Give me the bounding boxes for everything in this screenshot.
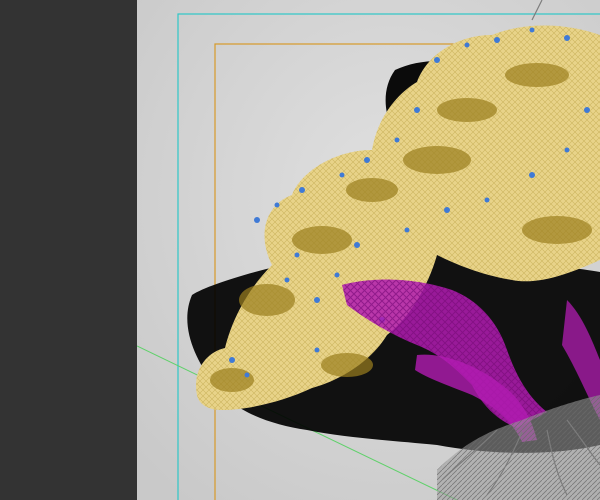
3d-editor-window (0, 0, 600, 500)
3d-viewport[interactable] (137, 0, 600, 500)
viewport-canvas[interactable] (137, 0, 600, 500)
left-side-panel (0, 0, 137, 500)
